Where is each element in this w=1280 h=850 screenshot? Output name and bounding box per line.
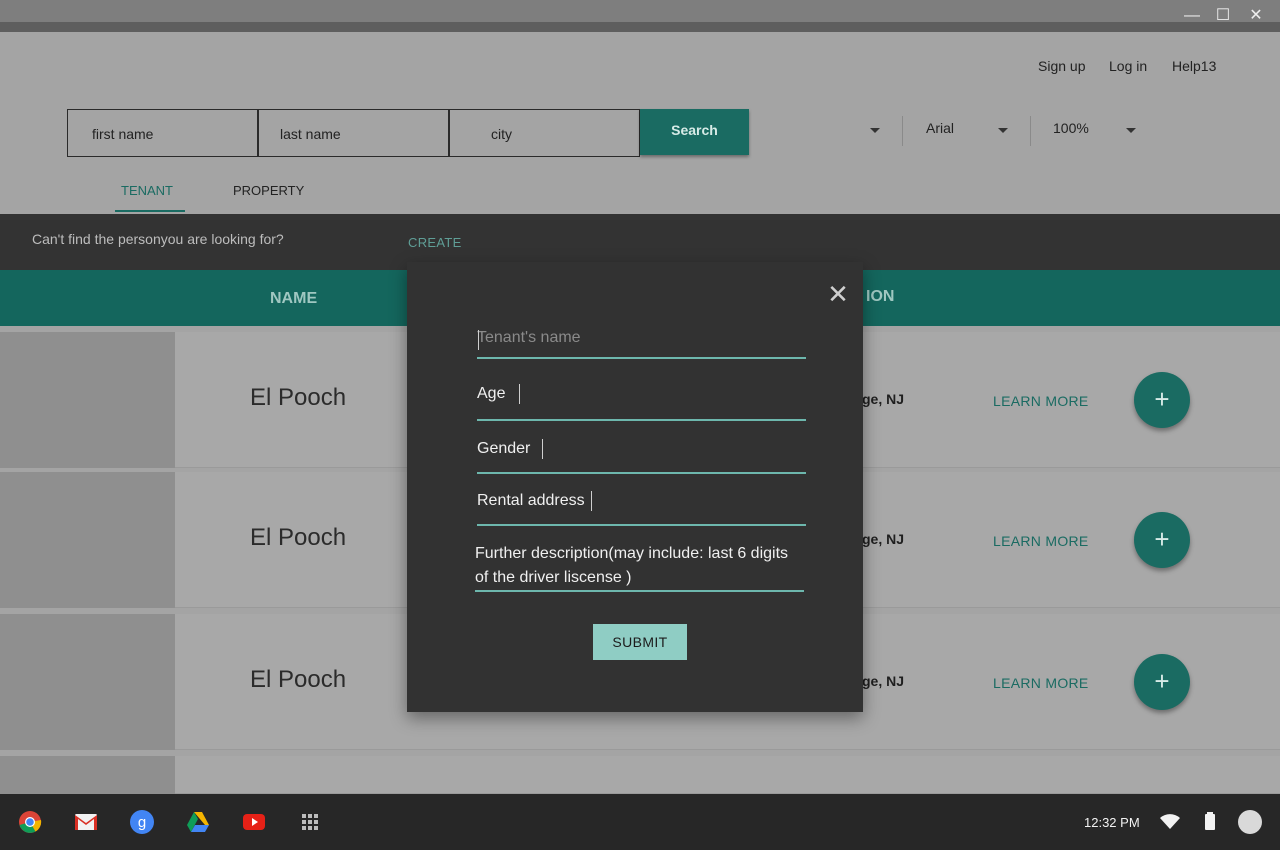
window-titlebar: — ☐ ✕ (0, 0, 1280, 32)
zoom-select[interactable]: 100% (1053, 120, 1089, 136)
age-field[interactable]: Age (477, 384, 806, 421)
text-caret (519, 384, 521, 404)
zoom-dropdown-chevron-icon[interactable] (1126, 128, 1136, 133)
tenant-location: ge, NJ (862, 531, 905, 547)
toolbar-divider (1030, 116, 1031, 146)
learn-more-button[interactable]: LEARN MORE (993, 533, 1089, 549)
tenant-name-placeholder-text: Tenant's name (477, 329, 581, 346)
chrome-icon[interactable] (18, 810, 42, 834)
toolbar-divider (902, 116, 903, 146)
clock[interactable]: 12:32 PM (1084, 815, 1140, 830)
log-in-link[interactable]: Log in (1109, 58, 1147, 74)
create-tenant-dialog: ✕ Tenant's name Age Gender Rental addres… (407, 262, 863, 712)
tenant-name-placeholder: Tenant's name (477, 322, 806, 350)
battery-icon[interactable] (1198, 810, 1222, 834)
svg-text:g: g (138, 814, 146, 831)
search-button[interactable]: Search (640, 109, 749, 155)
titlebar-shadow (0, 22, 1280, 32)
create-button[interactable]: CREATE (408, 235, 462, 250)
wifi-icon[interactable] (1158, 810, 1182, 834)
table-row (0, 756, 1280, 794)
drive-icon[interactable] (186, 810, 210, 834)
close-icon[interactable]: ✕ (826, 281, 850, 307)
sign-up-link[interactable]: Sign up (1038, 58, 1085, 74)
tab-tenant[interactable]: TENANT (121, 183, 173, 198)
notice-text: Can't find the personyou are looking for… (32, 231, 284, 247)
tenant-photo (0, 756, 175, 794)
learn-more-button[interactable]: LEARN MORE (993, 675, 1089, 691)
launcher-icon[interactable] (298, 810, 322, 834)
add-icon[interactable]: + (1134, 512, 1190, 568)
close-window-icon[interactable]: ✕ (1246, 6, 1266, 26)
description-label: Further description(may include: last 6 … (475, 545, 789, 586)
rental-address-label: Rental address (477, 492, 585, 510)
font-select[interactable]: Arial (926, 120, 954, 136)
font-dropdown-chevron-icon[interactable] (998, 128, 1008, 133)
description-field[interactable]: Further description(may include: last 6 … (475, 542, 804, 592)
column-header-name: NAME (270, 290, 318, 307)
city-input[interactable]: city (449, 109, 640, 157)
gender-field[interactable]: Gender (477, 439, 806, 474)
avatar[interactable] (1238, 810, 1262, 834)
tenant-photo (0, 332, 175, 468)
age-label: Age (477, 385, 506, 403)
tenant-photo (0, 472, 175, 608)
tenant-name-field[interactable]: Tenant's name (477, 322, 806, 359)
submit-button[interactable]: SUBMIT (593, 624, 687, 660)
tenant-location: ge, NJ (862, 391, 905, 407)
minimize-icon[interactable]: — (1182, 6, 1202, 26)
youtube-icon[interactable] (242, 810, 266, 834)
text-caret (542, 439, 544, 459)
tenant-name: El Pooch (250, 666, 347, 693)
learn-more-button[interactable]: LEARN MORE (993, 393, 1089, 409)
titlebar-strip (0, 0, 1280, 22)
taskbar: g 12:32 PM (0, 794, 1280, 850)
gmail-icon[interactable] (74, 810, 98, 834)
tenant-location: ge, NJ (862, 673, 905, 689)
gender-label: Gender (477, 440, 531, 458)
add-icon[interactable]: + (1134, 654, 1190, 710)
app-header: Sign up Log in Help13 first name last na… (0, 32, 1280, 214)
style-dropdown-chevron-icon[interactable] (870, 128, 880, 133)
tenant-name: El Pooch (250, 384, 347, 411)
rental-address-field[interactable]: Rental address (477, 491, 806, 526)
add-icon[interactable]: + (1134, 372, 1190, 428)
help-link[interactable]: Help13 (1172, 58, 1216, 74)
text-caret (590, 491, 592, 511)
tenant-photo (0, 614, 175, 750)
active-tab-indicator (115, 210, 185, 212)
column-header-location: ION (866, 288, 895, 305)
first-name-input[interactable]: first name (67, 109, 258, 157)
maximize-icon[interactable]: ☐ (1213, 6, 1233, 26)
tenant-name: El Pooch (250, 524, 347, 551)
google-search-icon[interactable]: g (130, 810, 154, 834)
text-caret (478, 330, 479, 350)
last-name-input[interactable]: last name (258, 109, 449, 157)
tab-property[interactable]: PROPERTY (233, 183, 304, 198)
